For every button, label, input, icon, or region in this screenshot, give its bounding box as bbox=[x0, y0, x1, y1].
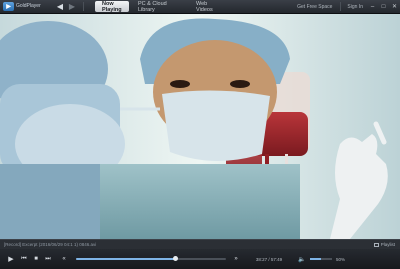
fast-forward-icon[interactable]: » bbox=[230, 256, 242, 262]
volume-percent: 50% bbox=[336, 256, 346, 262]
volume-level bbox=[310, 258, 321, 260]
close-icon[interactable]: ✕ bbox=[389, 0, 400, 14]
previous-icon[interactable]: ⏮ bbox=[18, 256, 30, 263]
file-name: [Record] Excerpt (2016/06/29 04:1 1) 084… bbox=[4, 242, 97, 247]
time-display: 38:27 / 57:49 bbox=[255, 256, 283, 262]
get-free-space-link[interactable]: Get Free Space bbox=[297, 4, 332, 10]
seek-bar[interactable] bbox=[76, 256, 226, 261]
app-logo[interactable]: ▶ GoldPlayer bbox=[3, 2, 49, 11]
video-image bbox=[0, 14, 400, 239]
back-arrow-icon[interactable]: ◀ bbox=[55, 2, 65, 11]
stop-icon[interactable]: ■ bbox=[30, 256, 42, 262]
tab-web-videos[interactable]: Web Videos bbox=[189, 1, 223, 13]
tab-pc-cloud-library[interactable]: PC & Cloud Library bbox=[131, 1, 187, 13]
logo-icon: ▶ bbox=[3, 2, 14, 11]
logo-text: GoldPlayer bbox=[16, 3, 41, 9]
video-frame[interactable] bbox=[0, 14, 400, 239]
divider bbox=[83, 2, 84, 11]
volume-slider[interactable] bbox=[310, 258, 332, 260]
divider bbox=[340, 2, 342, 11]
forward-arrow-icon[interactable]: ▶ bbox=[67, 2, 77, 11]
tab-now-playing[interactable]: Now Playing bbox=[95, 1, 129, 13]
rewind-icon[interactable]: « bbox=[58, 256, 70, 262]
sign-in-link[interactable]: Sign In bbox=[347, 4, 363, 10]
speaker-icon[interactable]: 🔈 bbox=[297, 256, 307, 263]
play-icon[interactable]: ▶ bbox=[4, 255, 18, 263]
playlist-button[interactable]: Playlist bbox=[373, 242, 395, 247]
control-bar: ▶ ⏮ ■ ⏭ « » 38:27 / 57:49 🔈 50% bbox=[0, 249, 400, 269]
seek-progress bbox=[76, 258, 176, 260]
maximize-icon[interactable]: □ bbox=[378, 0, 389, 14]
playlist-label: Playlist bbox=[380, 242, 395, 247]
title-bar: ▶ GoldPlayer ◀ ▶ Now Playing PC & Cloud … bbox=[0, 0, 400, 14]
file-info-bar: [Record] Excerpt (2016/06/29 04:1 1) 084… bbox=[0, 239, 400, 249]
playlist-icon bbox=[373, 242, 379, 247]
next-icon[interactable]: ⏭ bbox=[42, 256, 54, 263]
seek-thumb[interactable] bbox=[173, 256, 179, 261]
minimize-icon[interactable]: – bbox=[367, 0, 378, 14]
